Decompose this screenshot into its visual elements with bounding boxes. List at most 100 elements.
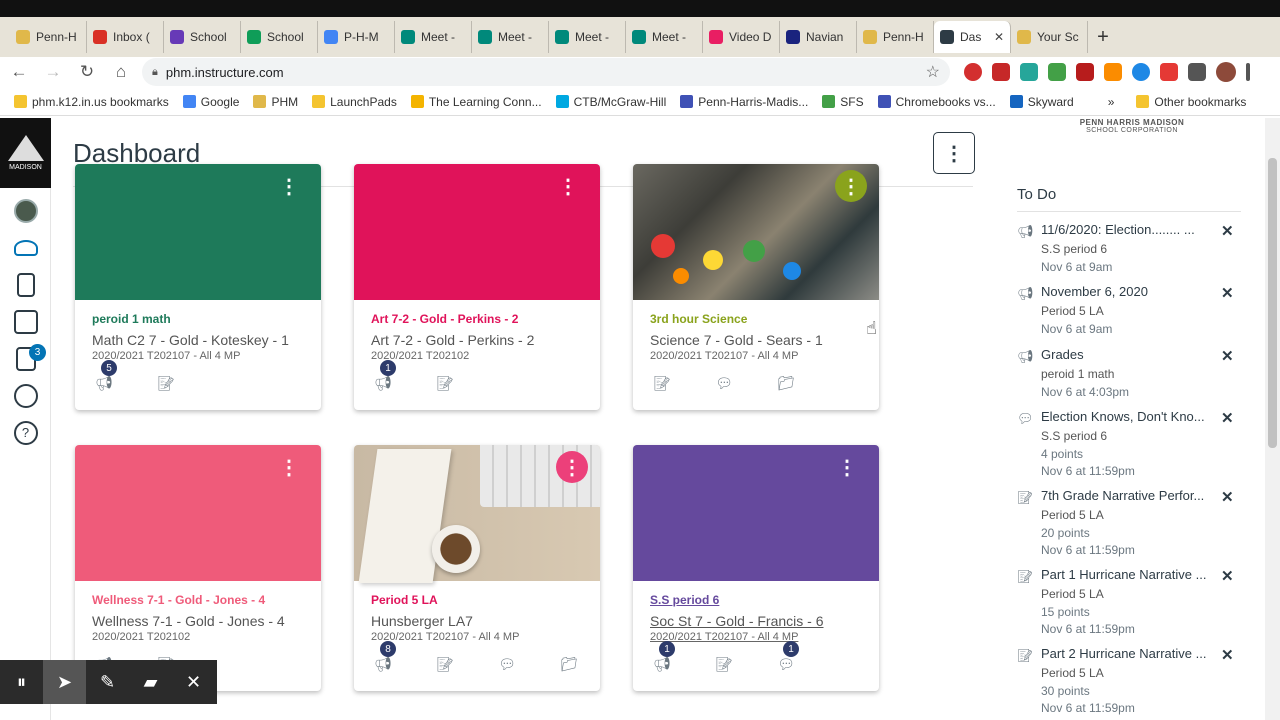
bookmark-item[interactable]: Chromebooks vs... [877,95,996,109]
bookmark-item[interactable]: Google [182,95,239,109]
course-card[interactable]: ⋮ S.S period 6 Soc St 7 - Gold - Francis -… [633,445,879,691]
discussion-icon[interactable]: 💬︎ 1 [776,641,799,673]
dashboard-options-button[interactable]: ⋮ [933,132,975,174]
browser-tab[interactable]: Meet - [626,21,703,53]
bookmark-item[interactable]: CTB/McGraw-Hill [555,95,666,109]
forward-icon[interactable]: → [38,57,68,87]
todo-title[interactable]: Election Knows, Don't Kno... [1041,409,1209,424]
todo-title[interactable]: 7th Grade Narrative Perfor... [1041,488,1209,503]
puzzle-icon[interactable] [1188,63,1206,81]
course-card[interactable]: ⋮ Wellness 7-1 - Gold - Jones - 4 Wellness… [75,445,321,691]
browser-tab[interactable]: School [164,21,241,53]
course-name[interactable]: Art 7-2 - Gold - Perkins - 2 [371,332,583,348]
announcement-icon[interactable]: 📢︎ 1 [373,360,396,392]
nav-help[interactable]: ? [0,414,51,451]
browser-tab[interactable]: Meet - [549,21,626,53]
nav-calendar[interactable] [0,303,51,340]
back-icon[interactable]: ← [4,57,34,87]
browser-tab[interactable]: Meet - [472,21,549,53]
nav-account[interactable] [0,192,51,229]
course-card-header[interactable]: ⋮ [354,164,600,300]
menu-icon[interactable] [1246,63,1250,81]
folder-icon[interactable]: 📁︎ [559,655,579,673]
tab-close-icon[interactable]: ✕ [994,30,1004,44]
scrollbar-thumb[interactable] [1268,158,1277,448]
extension-icon[interactable] [1020,63,1038,81]
browser-tab[interactable]: Penn-H [10,21,87,53]
extension-icon[interactable] [1076,63,1094,81]
bookmark-star-icon[interactable]: ☆ [926,62,940,82]
card-options-kebab-icon[interactable]: ⋮ [279,455,299,480]
extension-icon[interactable] [964,63,982,81]
extension-icon[interactable] [1104,63,1122,81]
bookmark-item[interactable]: The Learning Conn... [410,95,542,109]
todo-title[interactable]: Part 1 Hurricane Narrative ... [1041,567,1209,582]
course-card-header[interactable]: ⋮ [354,445,600,583]
browser-tab[interactable]: Meet - [395,21,472,53]
pause-button[interactable]: ⏸ [0,660,43,704]
card-options-kebab-icon[interactable]: ⋮ [556,451,588,483]
assignment-icon[interactable]: 📝︎ [435,655,455,673]
browser-tab[interactable]: Das ✕ [934,21,1011,53]
dismiss-todo-button[interactable]: ✕ [1221,488,1234,506]
course-card-header[interactable]: ⋮ [633,164,879,300]
browser-tab[interactable]: Inbox ( [87,21,164,53]
course-card[interactable]: ⋮ peroid 1 math Math C2 7 - Gold - Koteske… [75,164,321,410]
bookmark-item[interactable]: SFS [822,95,864,109]
course-nickname[interactable]: S.S period 6 [650,593,862,607]
nav-courses[interactable] [0,266,51,303]
browser-tab[interactable]: School [241,21,318,53]
announcement-icon[interactable]: 📢︎ 8 [373,641,396,673]
announcement-icon[interactable]: 📢︎ 1 [652,641,675,673]
course-name[interactable]: Science 7 - Gold - Sears - 1 [650,332,862,348]
announcement-icon[interactable]: 📢︎ 5 [94,360,117,392]
pen-button[interactable]: ✎ [86,660,129,704]
extension-icon[interactable] [1132,63,1150,81]
dismiss-todo-button[interactable]: ✕ [1221,409,1234,427]
nav-inbox[interactable]: 3 [0,340,51,377]
school-logo[interactable]: MADISON [0,118,51,188]
course-card-header[interactable]: ⋮ [633,445,879,581]
todo-title[interactable]: Part 2 Hurricane Narrative ... [1041,646,1209,661]
course-nickname[interactable]: 3rd hour Science [650,312,862,326]
bookmark-item[interactable]: LaunchPads [312,95,397,109]
profile-avatar[interactable] [1216,62,1236,82]
course-card[interactable]: ⋮ 3rd hour Science Science 7 - Gold - Sear… [633,164,879,410]
course-nickname[interactable]: Art 7-2 - Gold - Perkins - 2 [371,312,583,326]
home-icon[interactable]: ⌂ [106,57,136,87]
extension-icon[interactable] [1048,63,1066,81]
close-recorder-button[interactable]: ✕ [172,660,215,704]
course-name[interactable]: Math C2 7 - Gold - Koteskey - 1 [92,332,304,348]
course-card-header[interactable]: ⋮ [75,445,321,581]
todo-title[interactable]: 11/6/2020: Election........ ... [1041,222,1209,237]
dismiss-todo-button[interactable]: ✕ [1221,347,1234,365]
course-nickname[interactable]: Wellness 7-1 - Gold - Jones - 4 [92,593,304,607]
browser-tab[interactable]: Your Sc [1011,21,1088,53]
browser-tab[interactable]: Penn-H [857,21,934,53]
assignment-icon[interactable]: 📝︎ [652,374,672,392]
course-name[interactable]: Hunsberger LA7 [371,613,583,629]
dismiss-todo-button[interactable]: ✕ [1221,222,1234,240]
course-nickname[interactable]: peroid 1 math [92,312,304,326]
course-card[interactable]: ⋮ Art 7-2 - Gold - Perkins - 2 Art 7-2 - G… [354,164,600,410]
pointer-button[interactable]: ➤ [43,660,86,704]
highlighter-button[interactable]: ▰ [129,660,172,704]
bookmark-item[interactable]: phm.k12.in.us bookmarks [14,95,169,109]
bookmark-item[interactable]: Penn-Harris-Madis... [680,95,808,109]
nav-history[interactable] [0,377,51,414]
assignment-icon[interactable]: 📝︎ [714,655,734,673]
assignment-icon[interactable]: 📝︎ [156,374,176,392]
new-tab-button[interactable]: + [1088,22,1118,52]
address-bar[interactable]: 🔒︎ phm.instructure.com ☆ [142,58,950,86]
other-bookmarks-folder[interactable]: Other bookmarks [1136,95,1246,109]
extension-icon[interactable] [992,63,1010,81]
todo-title[interactable]: November 6, 2020 [1041,284,1209,299]
dismiss-todo-button[interactable]: ✕ [1221,567,1234,585]
card-options-kebab-icon[interactable]: ⋮ [837,455,857,480]
discussion-icon[interactable]: 💬︎ [714,374,734,392]
assignment-icon[interactable]: 📝︎ [435,374,455,392]
bookmark-item[interactable]: Skyward [1009,95,1074,109]
bookmark-item[interactable]: PHM [253,95,298,109]
browser-tab[interactable]: Video D [703,21,780,53]
dismiss-todo-button[interactable]: ✕ [1221,646,1234,664]
